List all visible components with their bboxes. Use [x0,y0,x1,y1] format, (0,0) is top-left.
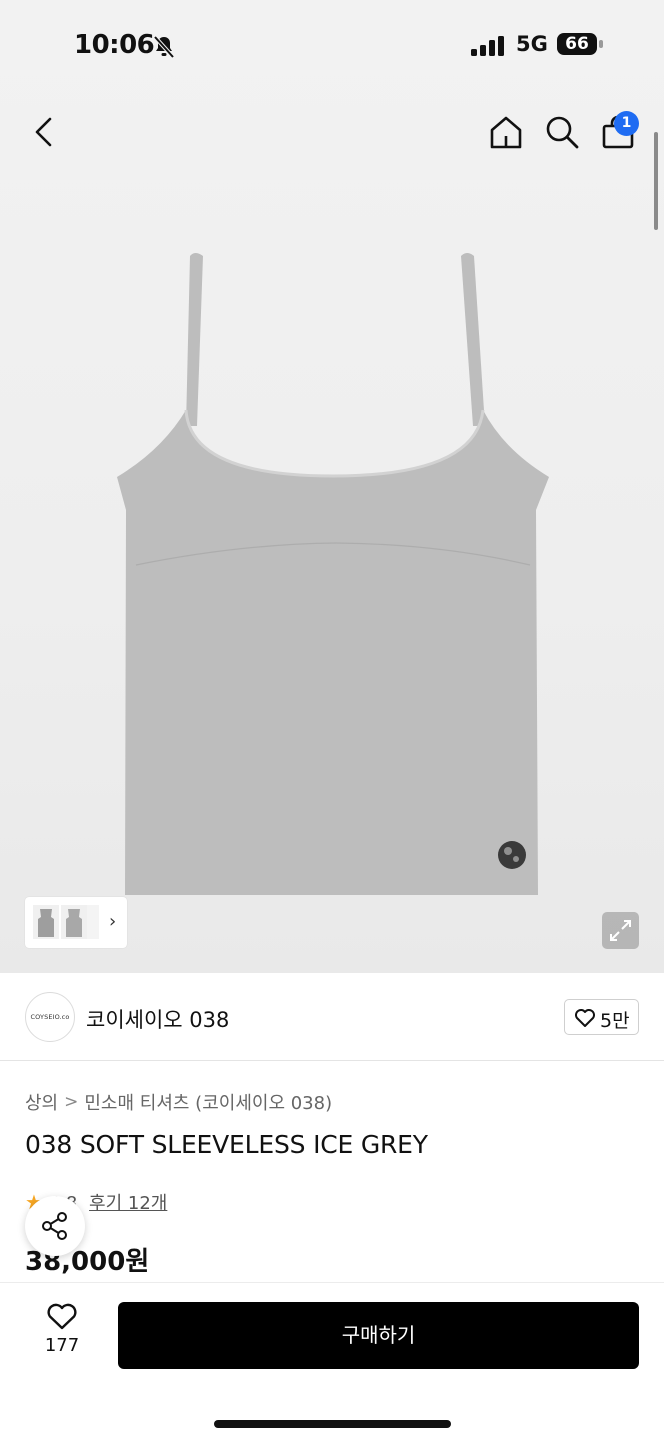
brand-like-button[interactable]: 5만 [564,999,639,1035]
wishlist-button[interactable]: 177 [30,1303,94,1369]
product-photo[interactable] [100,240,564,910]
brand-row[interactable]: COYSEIO.co 코이세이오 038 5만 [0,973,664,1061]
expand-icon [610,920,631,941]
breadcrumb-subcategory[interactable]: 민소매 티셔츠 (코이세이오 038) [84,1093,332,1114]
product-image-area: 10:06 5G 66 1 › [0,0,664,973]
brand-logo[interactable]: COYSEIO.co [25,992,75,1042]
buy-button[interactable]: 구매하기 [118,1302,639,1369]
home-icon[interactable] [488,114,524,150]
search-icon[interactable] [544,114,580,150]
thumbnail-3[interactable] [87,905,99,939]
mute-bell-icon [153,35,175,59]
share-button[interactable] [25,1196,85,1256]
thumbnail-2[interactable] [61,905,87,939]
breadcrumb-category[interactable]: 상의 [25,1093,58,1114]
thumbnail-strip[interactable]: › [25,897,127,948]
breadcrumb-separator-icon: > [64,1092,79,1112]
share-icon [42,1212,67,1240]
brand-name[interactable]: 코이세이오 038 [86,1004,229,1034]
back-icon[interactable] [30,116,58,148]
brand-like-count: 5만 [600,1010,630,1032]
expand-button[interactable] [602,912,639,949]
review-link[interactable]: 후기 12개 [89,1193,167,1214]
cart-badge: 1 [614,111,639,136]
status-bar: 10:06 5G 66 [0,28,664,64]
bottom-bar: 177 구매하기 [0,1282,664,1440]
wishlist-count: 177 [44,1335,80,1356]
scrollbar[interactable] [654,132,658,230]
heart-icon [47,1303,77,1330]
heart-icon [575,1009,595,1027]
network-label: 5G [516,32,548,56]
home-indicator[interactable] [214,1420,451,1428]
thumbnail-next-icon[interactable]: › [109,911,116,932]
battery-icon: 66 [557,33,597,55]
status-time: 10:06 [74,30,155,60]
product-title: 038 SOFT SLEEVELESS ICE GREY [25,1130,428,1159]
thumbnail-1[interactable] [33,905,59,939]
breadcrumb: 상의 > 민소매 티셔츠 (코이세이오 038) [25,1089,332,1115]
signal-icon [471,36,504,56]
battery-cap [599,40,603,48]
